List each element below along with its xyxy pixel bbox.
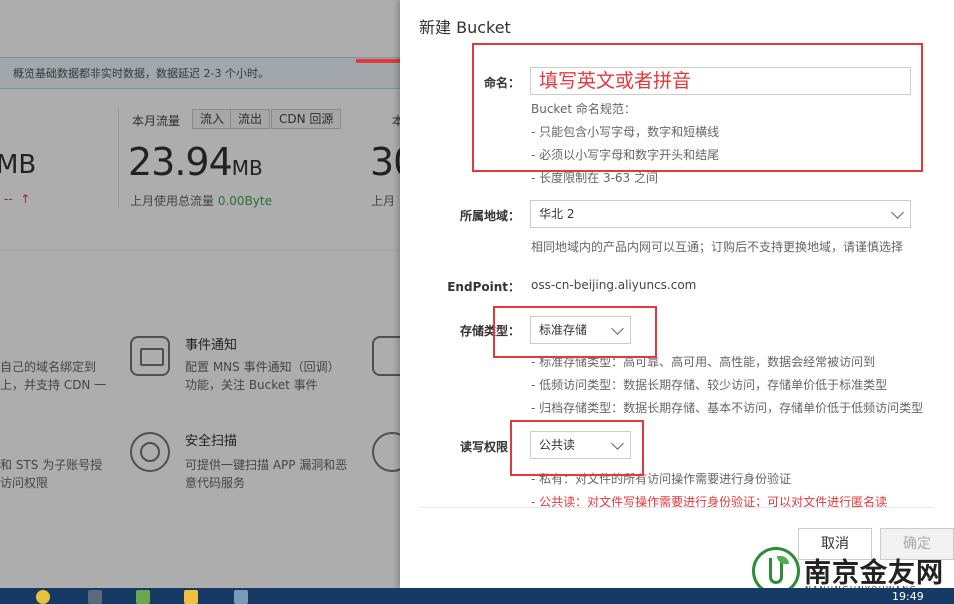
highlight-box-acl xyxy=(510,420,644,476)
endpoint-label: EndPoint： xyxy=(447,280,520,294)
app-icon[interactable] xyxy=(136,590,150,604)
region-hint: 相同地域内的产品内网可以互通；订购后不支持更换地域，请谨慎选择 xyxy=(531,240,904,254)
acl-label: 读写权限： xyxy=(459,440,520,454)
chevron-down-icon xyxy=(891,206,904,219)
folder-icon[interactable] xyxy=(184,590,198,604)
app-icon[interactable] xyxy=(234,590,248,604)
app-icon[interactable] xyxy=(88,590,102,604)
modal-overlay[interactable] xyxy=(0,0,400,588)
highlight-box-storage xyxy=(493,306,657,358)
region-select[interactable]: 华北 2 xyxy=(530,200,911,228)
region-label: 所属地域： xyxy=(459,209,520,223)
storage-hints: - 标准存储类型：高可靠、高可用、高性能，数据会经常被访问到 - 低频访问类型：… xyxy=(531,355,924,415)
highlight-box-name xyxy=(472,43,923,172)
taskbar-clock: 19:49 xyxy=(892,590,924,603)
divider xyxy=(420,507,934,508)
endpoint-value: oss-cn-beijing.aliyuncs.com xyxy=(531,278,697,292)
panel-title: 新建 Bucket xyxy=(419,18,511,37)
taskbar xyxy=(0,588,954,604)
browser-icon[interactable] xyxy=(36,590,50,604)
create-bucket-panel: 新建 Bucket 命名： 填写英文或者拼音 Bucket 命名规范： - 只能… xyxy=(400,0,954,588)
